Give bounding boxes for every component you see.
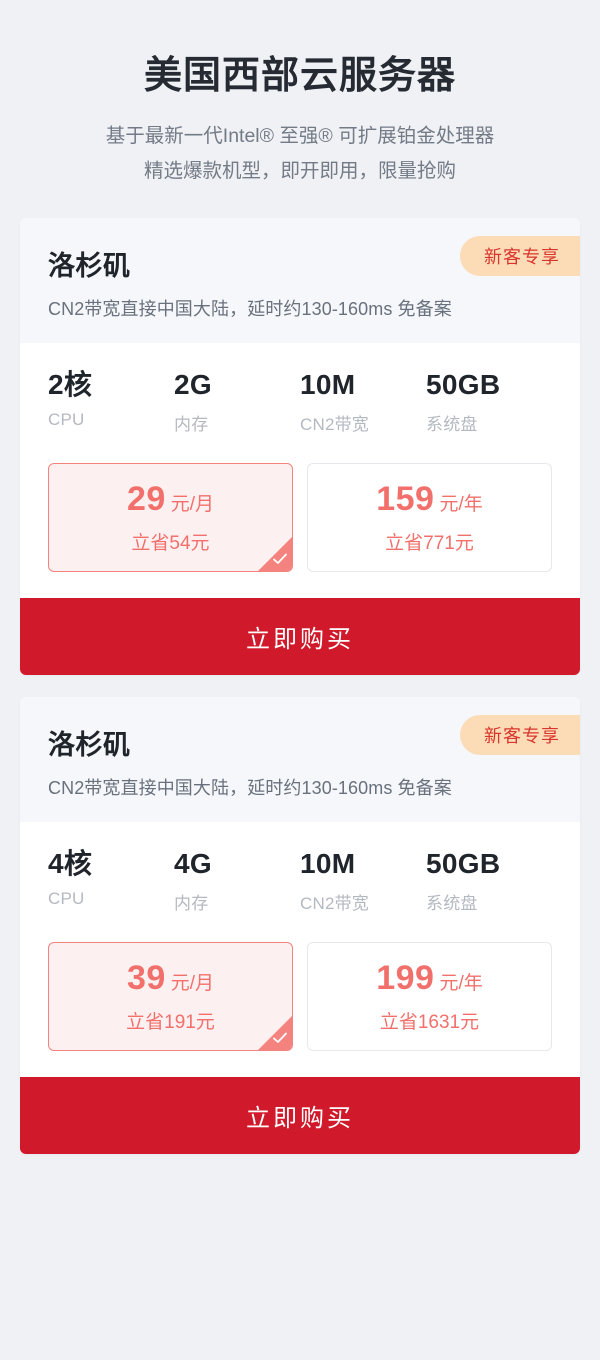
- hero-subtitle: 基于最新一代Intel® 至强® 可扩展铂金处理器 精选爆款机型，即开即用，限量…: [0, 119, 600, 187]
- product-card: 洛杉矶 CN2带宽直接中国大陆，延时约130-160ms 免备案 新客专享 4核…: [20, 696, 580, 1155]
- price-amount: 39: [126, 959, 166, 998]
- buy-now-button[interactable]: 立即购买: [20, 597, 580, 675]
- price-option-yearly[interactable]: 159 元/年 立省771元: [307, 462, 552, 572]
- spec-label: CN2带宽: [300, 894, 370, 914]
- status-badge: 新客专享: [460, 714, 580, 755]
- status-badge: 新客专享: [460, 235, 580, 276]
- spec-value: 4核: [48, 847, 93, 879]
- price-main: 39 元/月: [53, 961, 288, 995]
- product-card: 洛杉矶 CN2带宽直接中国大陆，延时约130-160ms 免备案 新客专享 2核…: [20, 217, 580, 675]
- spec-label: CN2带宽: [300, 414, 370, 434]
- price-savings: 立省1631元: [379, 1012, 480, 1034]
- spec-label: 系统盘: [426, 414, 478, 434]
- price-main: 29 元/月: [53, 482, 288, 516]
- spec-row: 2核 CPU 2G 内存 10M CN2带宽 50GB 系统盘: [20, 343, 580, 441]
- buy-now-button[interactable]: 立即购买: [20, 1077, 580, 1155]
- price-unit: 元/月: [170, 973, 215, 995]
- price-savings: 立省54元: [131, 532, 210, 554]
- price-amount: 199: [376, 959, 435, 998]
- page-title: 美国西部云服务器: [143, 55, 456, 97]
- spec-value: 2G: [174, 368, 212, 400]
- hero-section: 美国西部云服务器 基于最新一代Intel® 至强® 可扩展铂金处理器 精选爆款机…: [0, 0, 600, 188]
- spec-label: CPU: [48, 409, 85, 429]
- price-main: 199 元/年: [312, 961, 547, 995]
- check-icon: [258, 1016, 292, 1051]
- spec-item-disk: 50GB 系统盘: [426, 369, 552, 435]
- spec-row: 4核 CPU 4G 内存 10M CN2带宽 50GB 系统盘: [20, 822, 580, 920]
- spec-value: 10M: [300, 847, 356, 879]
- spec-value: 10M: [300, 368, 356, 400]
- price-option-yearly[interactable]: 199 元/年 立省1631元: [307, 942, 552, 1052]
- price-unit: 元/年: [439, 493, 483, 515]
- price-savings: 立省771元: [385, 532, 474, 554]
- price-savings: 立省191元: [126, 1012, 215, 1034]
- spec-item-disk: 50GB 系统盘: [426, 848, 552, 914]
- spec-item-memory: 4G 内存: [174, 848, 300, 914]
- spec-label: 内存: [174, 414, 209, 434]
- spec-value: 50GB: [426, 368, 501, 400]
- spec-label: 内存: [174, 894, 209, 914]
- region-description: CN2带宽直接中国大陆，延时约130-160ms 免备案: [48, 777, 452, 798]
- spec-value: 50GB: [426, 847, 501, 879]
- spec-item-cpu: 2核 CPU: [48, 369, 174, 435]
- price-option-monthly[interactable]: 39 元/月 立省191元: [48, 942, 293, 1052]
- price-option-row: 29 元/月 立省54元 159 元/年 立省771元: [20, 441, 580, 598]
- spec-item-cpu: 4核 CPU: [48, 848, 174, 914]
- price-option-monthly[interactable]: 29 元/月 立省54元: [48, 462, 293, 572]
- price-unit: 元/年: [439, 973, 483, 995]
- spec-item-bandwidth: 10M CN2带宽: [300, 848, 426, 914]
- product-card-list: 洛杉矶 CN2带宽直接中国大陆，延时约130-160ms 免备案 新客专享 2核…: [0, 217, 600, 1155]
- price-amount: 159: [376, 479, 435, 518]
- spec-label: 系统盘: [426, 894, 478, 914]
- spec-label: CPU: [48, 889, 85, 909]
- price-option-row: 39 元/月 立省191元 199 元/年 立省1631元: [20, 920, 580, 1077]
- price-unit: 元/月: [170, 493, 215, 515]
- hero-subtitle-line-1: 基于最新一代Intel® 至强® 可扩展铂金处理器: [105, 125, 495, 148]
- price-main: 159 元/年: [312, 482, 547, 516]
- product-card-header: 洛杉矶 CN2带宽直接中国大陆，延时约130-160ms 免备案 新客专享: [20, 696, 580, 822]
- region-description: CN2带宽直接中国大陆，延时约130-160ms 免备案: [48, 298, 452, 319]
- check-icon: [258, 536, 292, 571]
- spec-value: 2核: [48, 368, 93, 400]
- landing-page: 美国西部云服务器 基于最新一代Intel® 至强® 可扩展铂金处理器 精选爆款机…: [0, 0, 600, 1360]
- spec-value: 4G: [174, 847, 212, 879]
- product-card-header: 洛杉矶 CN2带宽直接中国大陆，延时约130-160ms 免备案 新客专享: [20, 217, 580, 343]
- hero-subtitle-line-2: 精选爆款机型，即开即用，限量抢购: [143, 159, 456, 182]
- spec-item-memory: 2G 内存: [174, 369, 300, 435]
- spec-item-bandwidth: 10M CN2带宽: [300, 369, 426, 435]
- price-amount: 29: [126, 479, 166, 518]
